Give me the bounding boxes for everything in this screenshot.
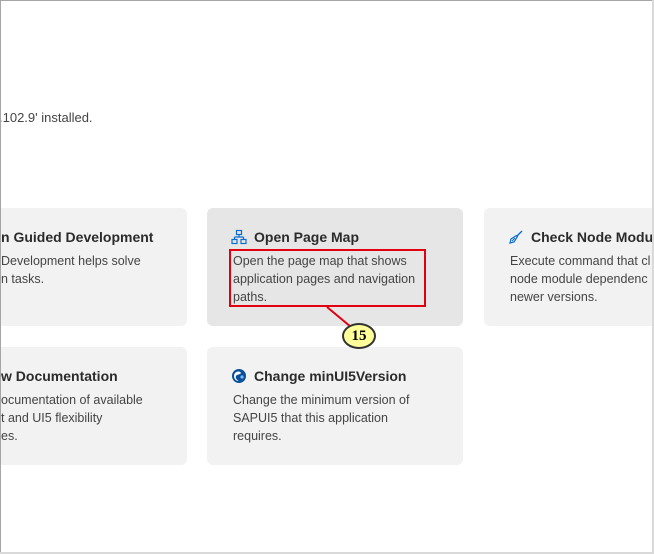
callout-number-badge: 15 xyxy=(342,323,376,349)
app-frame: .102.9' installed. n Guided Development … xyxy=(0,0,654,554)
callout-pointer-line xyxy=(326,306,352,328)
